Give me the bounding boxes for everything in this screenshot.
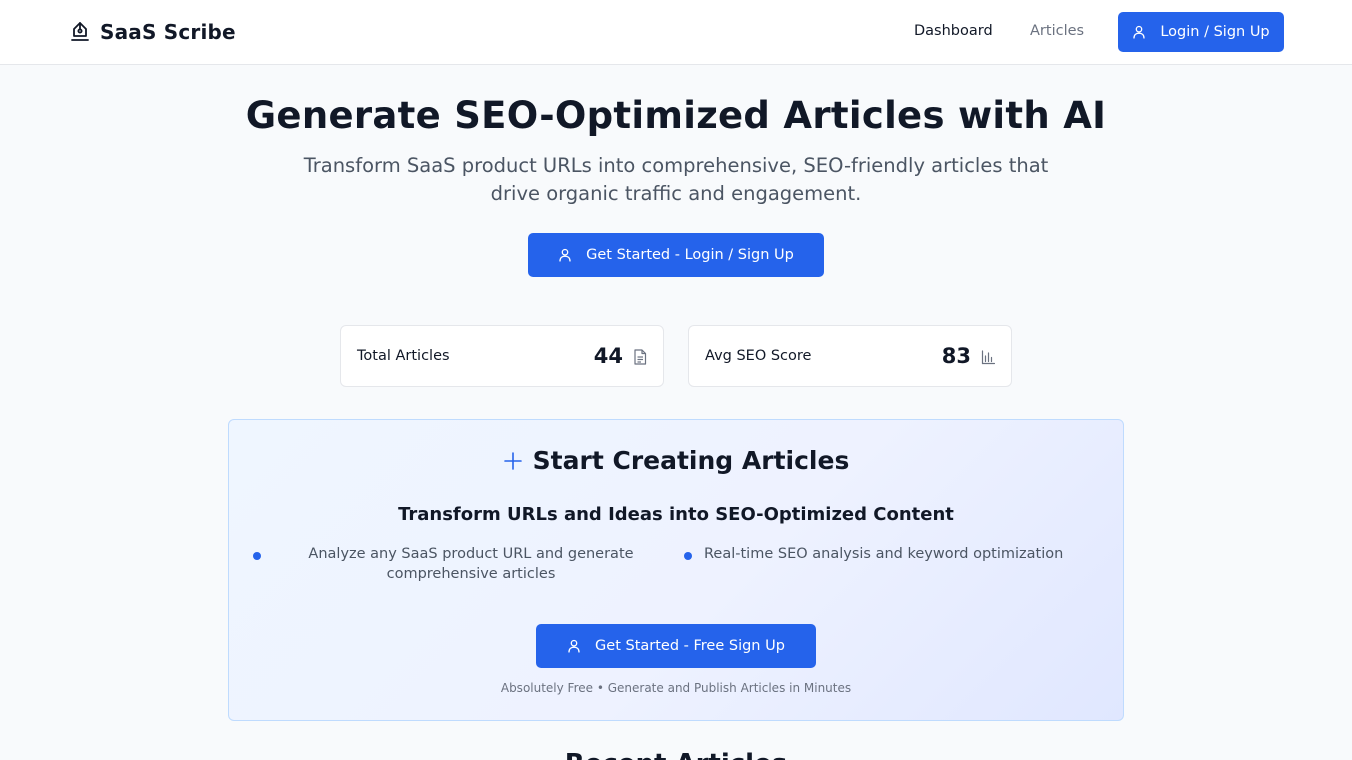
create-panel-title-text: Start Creating Articles xyxy=(532,446,850,475)
create-panel-subtitle: Transform URLs and Ideas into SEO-Optimi… xyxy=(398,504,954,525)
feature-item-url-analysis: Analyze any SaaS product URL and generat… xyxy=(308,546,634,582)
get-started-free-signup-button[interactable]: Get Started - Free Sign Up xyxy=(536,624,816,668)
stat-card-avg-seo-score: Avg SEO Score 83 xyxy=(688,325,1012,387)
bar-chart-icon xyxy=(981,350,995,365)
brand-name: SaaS Scribe xyxy=(100,20,236,44)
hero-subtitle: Transform SaaS product URLs into compreh… xyxy=(303,154,1049,205)
bullet-dot-icon xyxy=(684,552,692,560)
start-creating-panel: Start Creating Articles Transform URLs a… xyxy=(228,419,1124,721)
recent-articles-heading: Recent Articles xyxy=(0,749,1352,760)
stat-card-total-articles: Total Articles 44 xyxy=(340,325,664,387)
user-icon xyxy=(568,639,580,653)
hero-title: Generate SEO-Optimized Articles with AI xyxy=(245,94,1107,137)
pen-nib-icon xyxy=(71,22,89,41)
nav-dashboard-link[interactable]: Dashboard xyxy=(914,23,993,39)
get-started-login-label: Get Started - Login / Sign Up xyxy=(586,247,794,263)
document-icon xyxy=(634,349,647,365)
feature-item-seo-analysis: Real-time SEO analysis and keyword optim… xyxy=(704,546,1064,562)
stat-label: Total Articles xyxy=(357,348,450,364)
stat-value: 44 xyxy=(593,344,623,368)
stat-value: 83 xyxy=(941,344,971,368)
get-started-free-signup-label: Get Started - Free Sign Up xyxy=(595,638,785,654)
get-started-login-button[interactable]: Get Started - Login / Sign Up xyxy=(528,233,824,277)
login-signup-button[interactable]: Login / Sign Up xyxy=(1118,12,1284,52)
plus-icon xyxy=(503,451,522,470)
user-icon xyxy=(1133,25,1146,39)
create-panel-note: Absolutely Free • Generate and Publish A… xyxy=(500,681,852,695)
stat-label: Avg SEO Score xyxy=(705,348,812,364)
bullet-dot-icon xyxy=(253,552,261,560)
brand-logo[interactable]: SaaS Scribe xyxy=(70,20,236,44)
login-signup-label: Login / Sign Up xyxy=(1160,24,1270,40)
nav-articles-link[interactable]: Articles xyxy=(1030,23,1084,39)
create-panel-title: Start Creating Articles xyxy=(229,446,1123,475)
user-icon xyxy=(559,248,571,262)
top-navbar: SaaS Scribe Dashboard Articles Login / S… xyxy=(0,0,1352,65)
